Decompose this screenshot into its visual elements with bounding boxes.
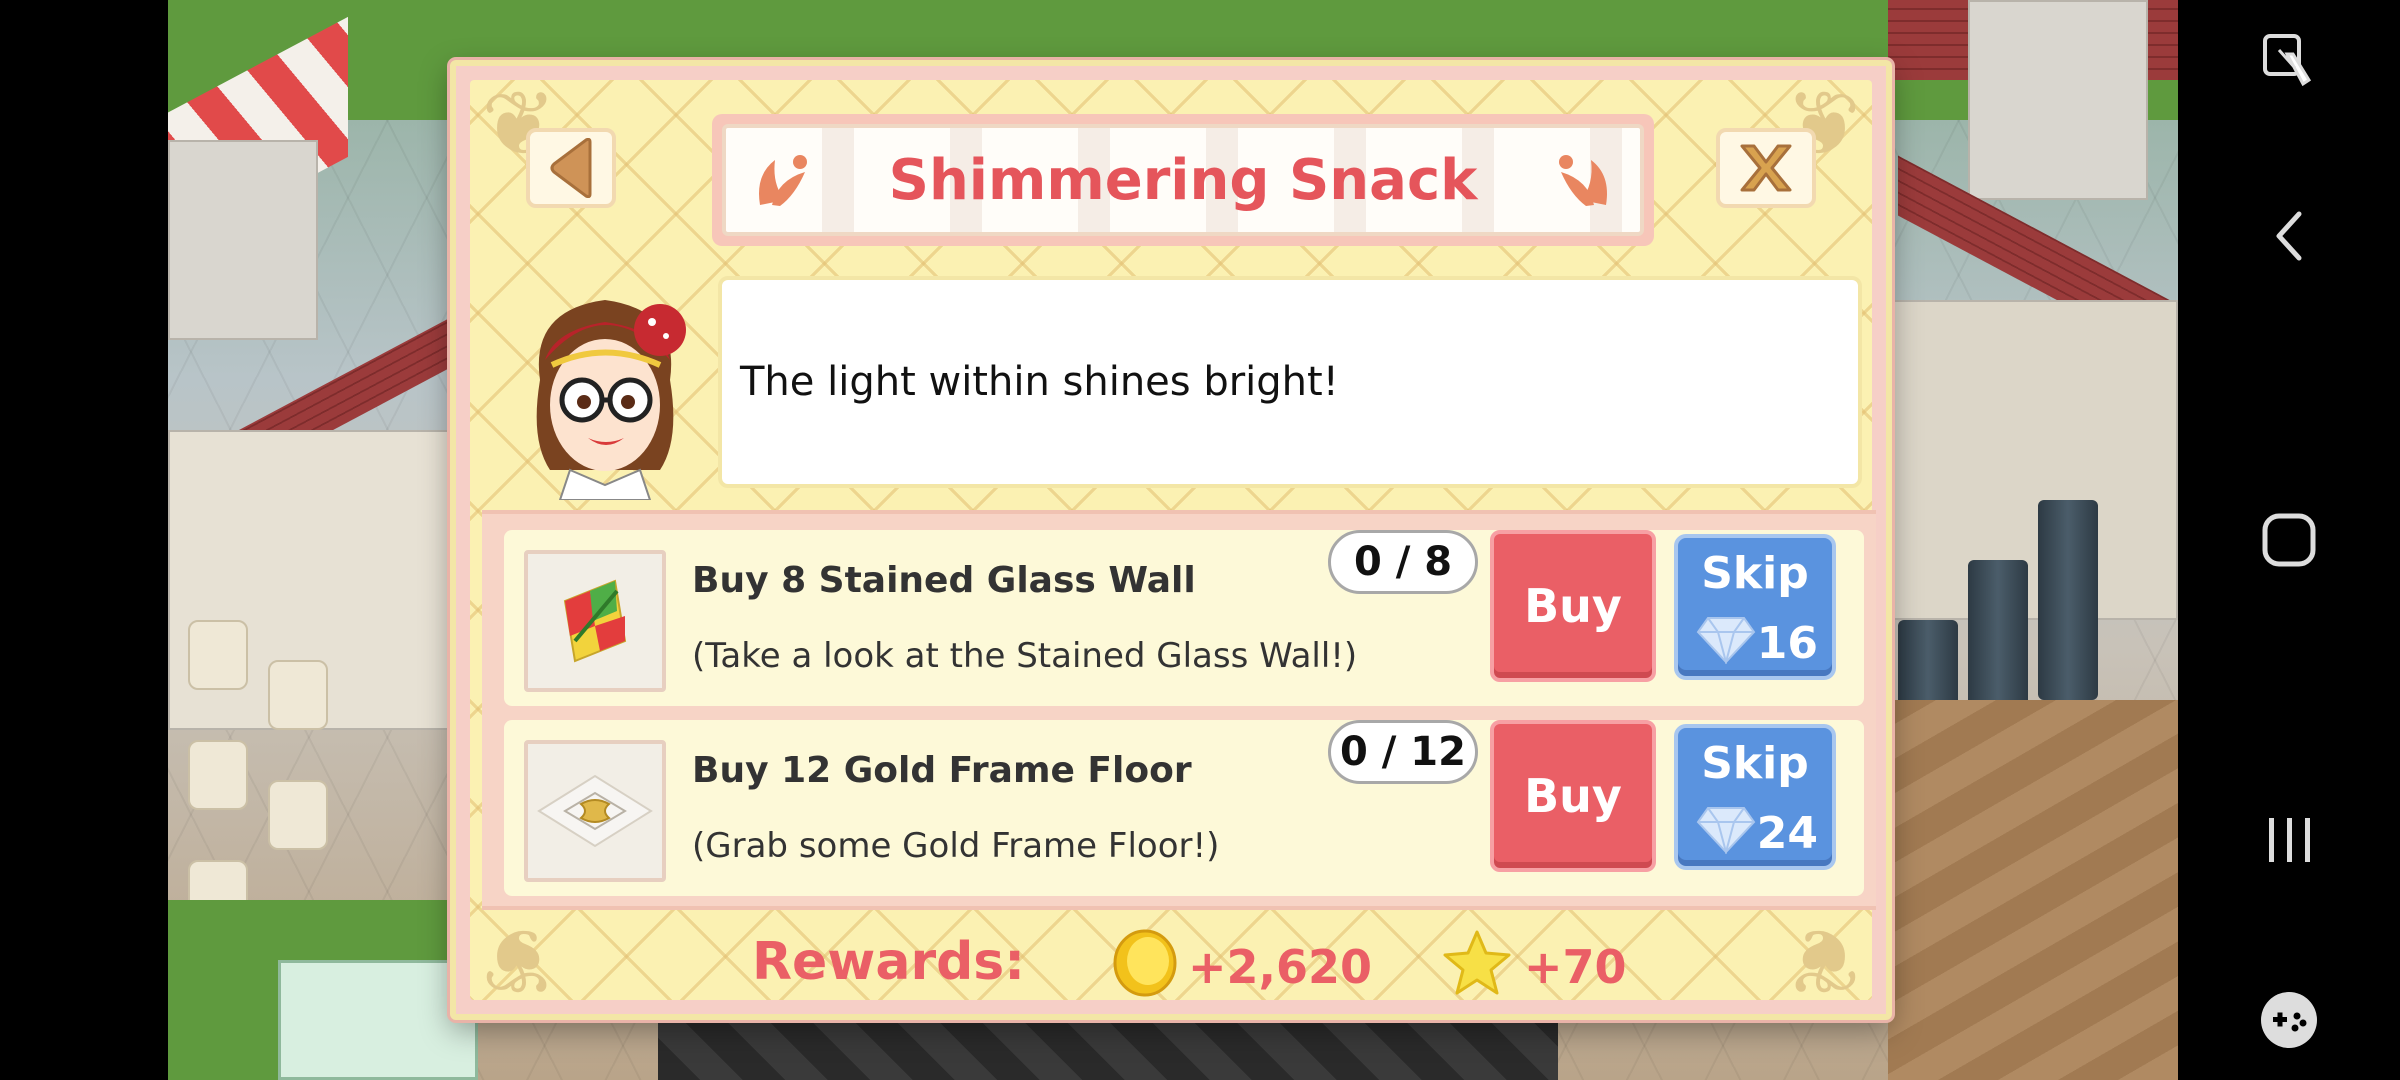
- buy-button[interactable]: Buy: [1490, 530, 1656, 682]
- game-tools-icon: [2261, 992, 2317, 1048]
- tasks-panel: Buy 8 Stained Glass Wall (Take a look at…: [482, 510, 1876, 910]
- coin-icon: [1113, 929, 1177, 997]
- home-nav-button[interactable]: [2178, 500, 2400, 580]
- speech-text: The light within shines bright!: [740, 359, 1339, 405]
- dialog-panel: ❦ ❦ ❦ ❦ Shimmering Snack The light withi…: [470, 72, 1876, 1012]
- leaf-ornament-icon: [1559, 155, 1607, 206]
- recents-icon: [2269, 818, 2310, 862]
- quest-dialog: ❦ ❦ ❦ ❦ Shimmering Snack The light withi…: [450, 60, 1892, 1020]
- stars-reward: +70: [1524, 940, 1627, 994]
- skip-label: Skip: [1701, 738, 1809, 789]
- task-description: (Grab some Gold Frame Floor!): [692, 826, 1220, 866]
- screen-assist-icon: [2263, 34, 2312, 87]
- gold-frame-floor-icon: [524, 740, 666, 882]
- task-progress: 0 / 8: [1328, 530, 1478, 594]
- task-title: Buy 12 Gold Frame Floor: [692, 750, 1192, 791]
- gem-icon: [1696, 617, 1756, 664]
- dialog-title: Shimmering Snack: [888, 147, 1478, 213]
- title-banner-inner: Shimmering Snack: [722, 124, 1644, 236]
- back-icon: [2276, 211, 2302, 261]
- back-button[interactable]: [526, 128, 616, 208]
- skip-cost: 24: [1756, 808, 1818, 859]
- task-description: (Take a look at the Stained Glass Wall!): [692, 636, 1358, 676]
- rewards-label: Rewards:: [752, 932, 1026, 992]
- gem-icon: [1696, 807, 1756, 854]
- system-nav-bar: [2178, 0, 2400, 1080]
- task-progress: 0 / 12: [1328, 720, 1478, 784]
- back-nav-button[interactable]: [2178, 196, 2400, 276]
- skip-button[interactable]: Skip 24: [1674, 724, 1836, 870]
- rewards-bar: Rewards: +2,620 +70: [482, 926, 1876, 1012]
- skip-label: Skip: [1701, 548, 1809, 599]
- task-row: Buy 12 Gold Frame Floor (Grab some Gold …: [504, 720, 1864, 896]
- stained-glass-wall-icon: [524, 550, 666, 692]
- leaf-ornament-icon: [759, 155, 807, 206]
- speech-bubble: The light within shines bright!: [718, 276, 1862, 488]
- recents-nav-button[interactable]: [2178, 800, 2400, 880]
- title-banner: Shimmering Snack: [712, 114, 1654, 246]
- game-tools-button[interactable]: [2178, 980, 2400, 1060]
- task-row: Buy 8 Stained Glass Wall (Take a look at…: [504, 530, 1864, 706]
- close-icon: [1740, 144, 1792, 192]
- skip-cost: 16: [1756, 618, 1818, 669]
- triangle-left-icon: [550, 138, 592, 198]
- skip-button[interactable]: Skip 16: [1674, 534, 1836, 680]
- character-avatar: [536, 300, 686, 500]
- screen-assist-button[interactable]: [2178, 20, 2400, 100]
- coins-reward: +2,620: [1188, 940, 1373, 994]
- star-icon: [1443, 930, 1511, 995]
- home-icon: [2262, 513, 2316, 567]
- task-title: Buy 8 Stained Glass Wall: [692, 560, 1196, 601]
- close-button[interactable]: [1716, 128, 1816, 208]
- buy-button[interactable]: Buy: [1490, 720, 1656, 872]
